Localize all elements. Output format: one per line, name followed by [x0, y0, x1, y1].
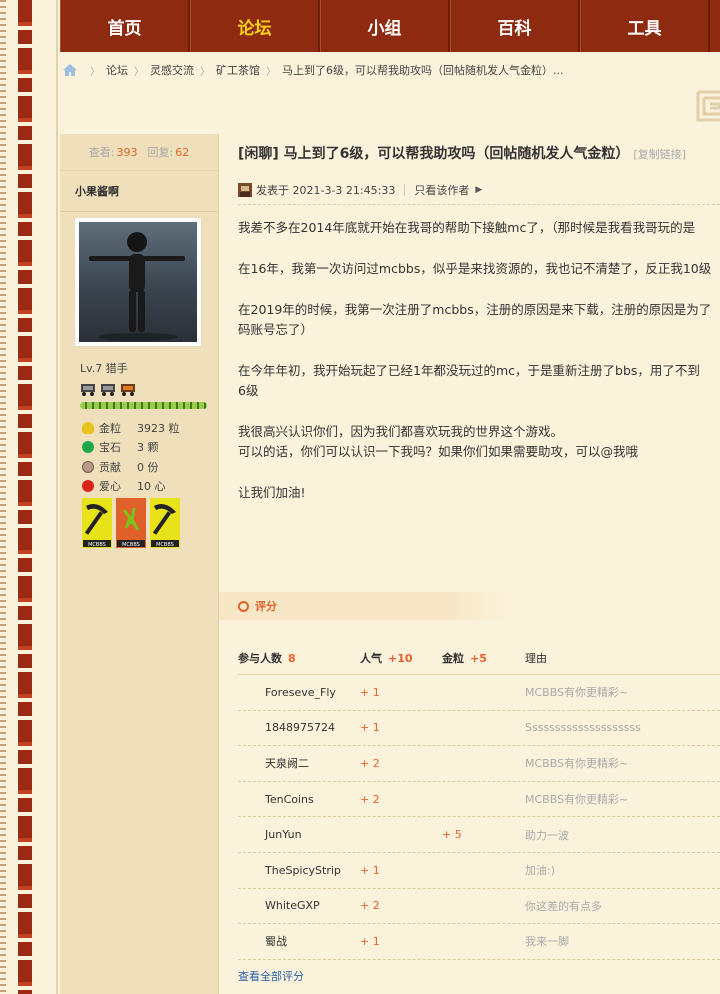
pickaxe-medal-icon[interactable]: MCBBS [150, 498, 180, 548]
triangle-right-icon: ▶ [475, 185, 483, 195]
author-sidebar: 查看: 393 回复: 62 小果酱啊 Lv.7 猎手 金粒 3923 粒 宝石… [60, 134, 219, 994]
rating-table: 参与人数 8 人气 +10 金粒 +5 理由 Foreseve_Fly + 1 MCB… [238, 642, 720, 960]
table-row: 天泉阙二 + 2 MCBBS有你更精彩~ [238, 746, 720, 782]
post-paragraph: 让我们加油! [238, 485, 306, 500]
gem-icon [82, 441, 94, 454]
rater-username[interactable]: JunYun [238, 828, 360, 841]
credit-row-contribution: 贡献 0 份 [82, 457, 180, 477]
contribution-icon [82, 460, 94, 473]
pickaxe-medal-icon[interactable]: MCBBS [82, 498, 112, 548]
post-paragraph: 在16年，我第一次访问过mcbbs，似乎是来找资源的，我也记不清楚了，反正我10… [238, 261, 712, 276]
vine-medal-icon[interactable]: MCBBS [116, 498, 146, 548]
copy-link[interactable]: [复制链接] [633, 148, 686, 161]
minecart-icon [101, 384, 115, 396]
table-row: TheSpicyStrip + 1 加油:) [238, 853, 720, 889]
rater-username[interactable]: 蜀战 [238, 933, 360, 949]
post-title: [闲聊] 马上到了6级，可以帮我助攻吗（回帖随机发人气金粒） [复制链接] [238, 146, 687, 162]
nav-item-groups[interactable]: 小组 [320, 0, 450, 52]
table-row: JunYun + 5 助力一波 [238, 817, 720, 853]
avatar-figure-icon [89, 232, 185, 341]
nav-item-forum[interactable]: 论坛 [190, 0, 320, 52]
post-main: [闲聊] 马上到了6级，可以帮我助攻吗（回帖随机发人气金粒） [复制链接] 发表于… [219, 134, 720, 994]
post-meta: 发表于 2021-3-3 21:45:33 只看该作者 ▶ [238, 182, 482, 198]
breadcrumb-forum[interactable]: 论坛 [106, 62, 128, 78]
decorative-pattern-icon [696, 90, 720, 122]
nav-item-tools[interactable]: 工具 [580, 0, 710, 52]
views-count: 393 [116, 145, 138, 159]
table-row: WhiteGXP + 2 你这差的有点多 [238, 889, 720, 925]
home-icon[interactable] [62, 63, 78, 77]
rater-username[interactable]: TheSpicyStrip [238, 864, 360, 877]
level-progress-bar [80, 402, 207, 409]
post-paragraph: 我差不多在2014年底就开始在我哥的帮助下接触mc了，（那时候是我看我哥玩的是 [238, 220, 696, 235]
nav-item-home[interactable]: 首页 [60, 0, 190, 52]
rater-username[interactable]: WhiteGXP [238, 899, 360, 912]
medals: MCBBS MCBBS MCBBS [82, 498, 180, 548]
credit-row-gold: 金粒 3923 粒 [82, 418, 180, 438]
post-title-bar: [闲聊] 马上到了6级，可以帮我助攻吗（回帖随机发人气金粒） [复制链接] [219, 134, 720, 172]
avatar[interactable] [75, 218, 201, 346]
user-credits: 金粒 3923 粒 宝石 3 颗 贡献 0 份 爱心 10 心 [82, 418, 180, 496]
user-level: Lv.7 猎手 [80, 362, 128, 375]
svg-text:MCBBS: MCBBS [122, 542, 140, 548]
credit-row-gem: 宝石 3 颗 [82, 438, 180, 458]
nav-item-wiki[interactable]: 百科 [450, 0, 580, 52]
heart-icon [82, 480, 94, 493]
post-content: 我差不多在2014年底就开始在我哥的帮助下接触mc了，（那时候是我看我哥玩的是 … [238, 218, 720, 524]
author-username[interactable]: 小果酱啊 [60, 171, 218, 212]
post-timestamp: 发表于 2021-3-3 21:45:33 [256, 184, 396, 197]
table-row: Foreseve_Fly + 1 MCBBS有你更精彩~ [238, 675, 720, 711]
circle-icon [238, 601, 249, 612]
rater-username[interactable]: 1848975724 [238, 721, 360, 734]
breadcrumb-inspiration[interactable]: 灵感交流 [150, 62, 194, 78]
post-paragraph: 我很高兴认识你们，因为我们都喜欢玩我的世界这个游戏。 可以的话，你们可以认识一下我… [238, 424, 639, 459]
table-row: 1848975724 + 1 Ssssssssssssssssssss [238, 711, 720, 747]
minecart-icon [81, 384, 95, 396]
rater-username[interactable]: Foreseve_Fly [238, 686, 360, 699]
breadcrumb-current-thread: 马上到了6级，可以帮我助攻吗（回帖随机发人气金粒）... [282, 64, 564, 77]
svg-text:MCBBS: MCBBS [156, 542, 174, 548]
rater-username[interactable]: TenCoins [238, 793, 360, 806]
table-row: 蜀战 + 1 我来一脚 [238, 924, 720, 960]
view-all-ratings-link[interactable]: 查看全部评分 [238, 968, 304, 984]
post-paragraph: 在今年年初，我开始玩起了已经1年都没玩过的mc，于是重新注册了bbs，用了不到 6… [238, 363, 700, 398]
top-nav: 首页 论坛 小组 百科 工具 [60, 0, 720, 52]
rater-username[interactable]: 天泉阙二 [238, 755, 360, 771]
replies-count: 62 [175, 145, 190, 159]
level-icons [80, 382, 136, 396]
only-author-link[interactable]: 只看该作者 [414, 182, 469, 198]
post-paragraph: 在2019年的时候，我第一次注册了mcbbs，注册的原因是来下载，注册的原因是为… [238, 302, 712, 337]
svg-text:MCBBS: MCBBS [88, 542, 106, 548]
rating-section-header: 评分 [219, 592, 509, 620]
gold-icon [82, 421, 94, 434]
breadcrumb-teahouse[interactable]: 矿工茶馆 [216, 62, 260, 78]
credit-row-heart: 爱心 10 心 [82, 477, 180, 497]
rating-table-header: 参与人数 8 人气 +10 金粒 +5 理由 [238, 642, 720, 675]
thread-stats: 查看: 393 回复: 62 [60, 134, 218, 171]
user-icon [238, 183, 252, 197]
minecart-furnace-icon [121, 384, 135, 396]
decorative-left-border [0, 0, 58, 994]
breadcrumb: 〉 论坛 〉 灵感交流 〉 矿工茶馆 〉 马上到了6级，可以帮我助攻吗（回帖随机… [60, 58, 564, 82]
table-row: TenCoins + 2 MCBBS有你更精彩~ [238, 782, 720, 818]
